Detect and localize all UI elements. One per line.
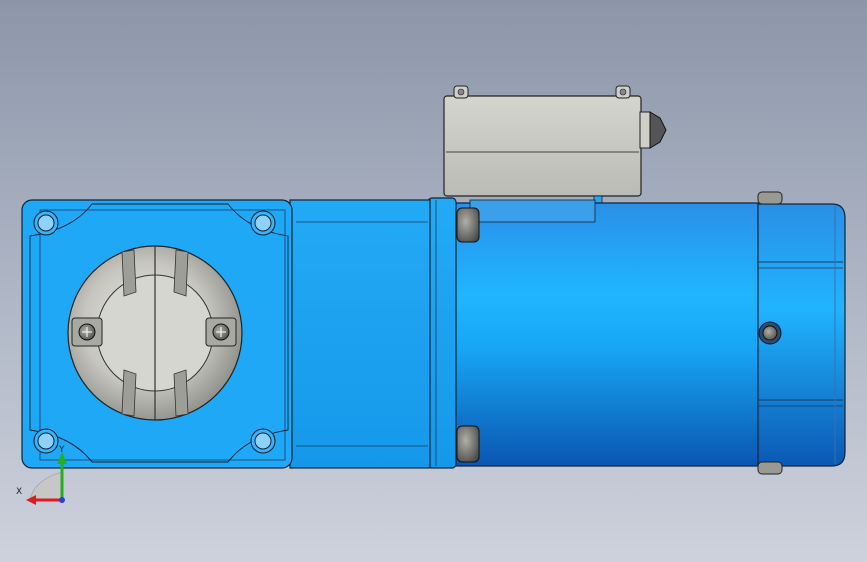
end-cap-screw-icon: [758, 321, 782, 345]
gearbox-body[interactable]: [289, 199, 431, 469]
flange-hole-bottom-left-icon: [33, 428, 59, 454]
motor-end-cap[interactable]: [757, 191, 846, 475]
triad-x-label: X: [16, 487, 23, 497]
adapter-bolt-top-icon: [456, 207, 480, 243]
cable-gland-icon: [649, 111, 667, 149]
flange-hole-top-right-icon: [250, 210, 276, 236]
flange-hole-bottom-right-icon: [250, 428, 276, 454]
top-screw-icon: [757, 191, 783, 205]
bottom-screw-icon: [757, 461, 783, 475]
model-view[interactable]: [0, 0, 867, 562]
motor-body[interactable]: [451, 199, 759, 467]
flange-hole-top-left-icon: [33, 210, 59, 236]
clamp-screw-left-icon: [71, 317, 103, 347]
clamp-screw-right-icon: [205, 317, 237, 347]
graphics-viewport[interactable]: X Y: [0, 0, 867, 562]
output-shaft-coupling[interactable]: [67, 245, 243, 421]
triad-y-label: Y: [59, 445, 65, 455]
adapter-bolt-bottom-icon: [456, 425, 480, 463]
z-axis-dot: [59, 497, 65, 503]
